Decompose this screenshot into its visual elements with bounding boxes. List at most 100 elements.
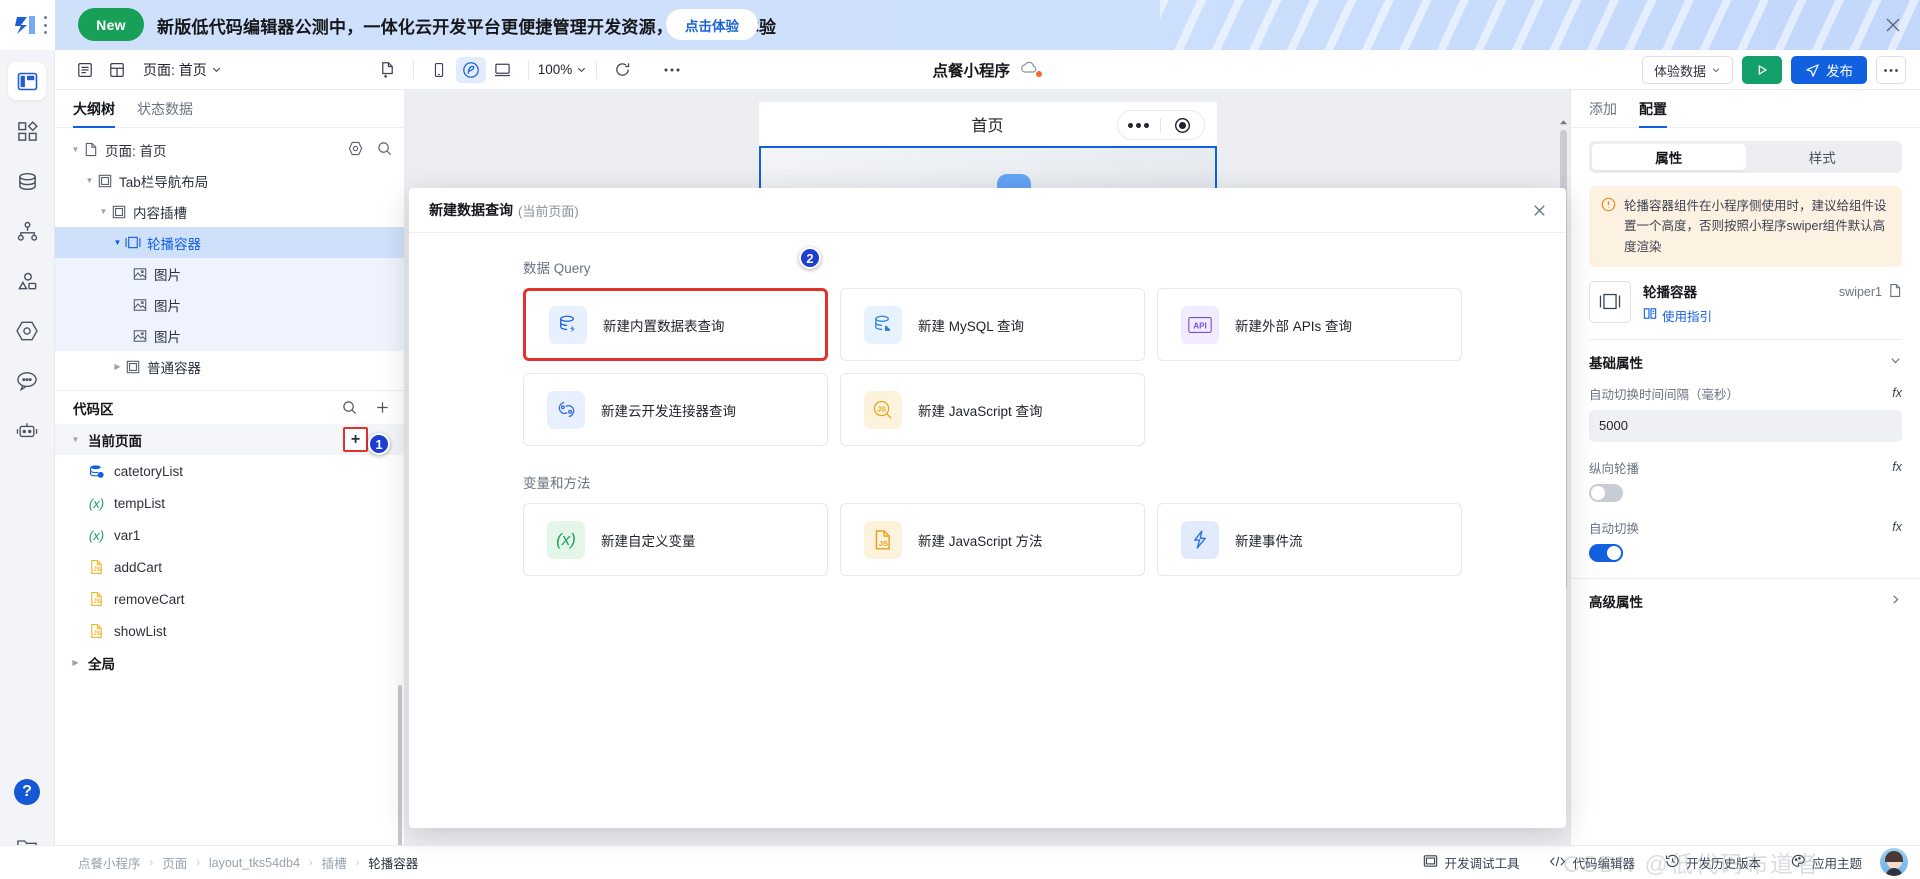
scroll-up-icon[interactable] xyxy=(1559,114,1568,125)
sidebar-item-layout[interactable] xyxy=(8,62,46,100)
chevron-down-icon[interactable]: ▼ xyxy=(69,435,82,444)
search-icon[interactable] xyxy=(377,141,392,159)
code-group-global[interactable]: ▶ 全局 xyxy=(55,647,404,678)
target-circle-icon[interactable] xyxy=(1161,117,1204,134)
logo-menu-dots[interactable] xyxy=(41,16,49,34)
preview-button[interactable] xyxy=(1742,56,1782,84)
tree-item-tabbar-layout[interactable]: ▼ Tab栏导航布局 xyxy=(55,165,404,196)
code-item-removeCart[interactable]: JS removeCart xyxy=(55,583,404,615)
basic-properties-section-header[interactable]: 基础属性 xyxy=(1589,340,1902,384)
help-icon[interactable]: ? xyxy=(14,779,40,805)
breadcrumb-item[interactable]: 页面 xyxy=(162,853,187,872)
tree-item-content-slot[interactable]: ▼ 内容插槽 xyxy=(55,196,404,227)
more-dots-icon[interactable] xyxy=(1118,122,1161,128)
sidebar-item-robot[interactable] xyxy=(8,412,46,450)
chevron-down-icon[interactable]: ▼ xyxy=(83,176,96,185)
tree-item-image-1[interactable]: 图片 xyxy=(55,258,404,289)
code-item-tempList[interactable]: (x) tempList xyxy=(55,487,404,519)
refresh-icon[interactable] xyxy=(607,57,637,83)
field-label: 自动切换 xyxy=(1589,521,1640,536)
sidebar-item-settings[interactable] xyxy=(8,312,46,350)
tree-item-page[interactable]: ▼ 页面: 首页 xyxy=(55,134,404,165)
target-icon[interactable] xyxy=(348,141,363,159)
advanced-properties-section-header[interactable]: 高级属性 xyxy=(1589,579,1902,623)
tab-state-data[interactable]: 状态数据 xyxy=(137,99,193,127)
grid-panel-icon[interactable] xyxy=(102,57,132,83)
copy-icon[interactable] xyxy=(1888,283,1902,301)
promo-new-badge: New xyxy=(78,8,144,41)
autoplay-toggle[interactable] xyxy=(1589,543,1623,562)
chevron-right-icon[interactable]: ▶ xyxy=(69,658,82,667)
tab-config[interactable]: 配置 xyxy=(1639,99,1667,128)
chevron-down-icon[interactable]: ▼ xyxy=(69,145,82,154)
page-selector[interactable]: 页面: 首页 xyxy=(143,60,222,80)
plus-icon[interactable] xyxy=(375,400,390,415)
card-custom-variable[interactable]: (x) 新建自定义变量 xyxy=(523,503,828,576)
desktop-icon[interactable] xyxy=(488,57,518,83)
chevron-down-icon[interactable]: ▼ xyxy=(97,207,110,216)
close-icon[interactable] xyxy=(1882,14,1904,36)
devtools-button[interactable]: 开发调试工具 xyxy=(1423,853,1519,872)
code-item-catetoryList[interactable]: catetoryList xyxy=(55,455,404,487)
code-editor-button[interactable]: 代码编辑器 xyxy=(1549,853,1635,872)
code-group-current-page[interactable]: ▼ 当前页面 + 1 xyxy=(55,424,404,455)
code-item-label: var1 xyxy=(114,527,141,543)
sidebar-item-assets[interactable] xyxy=(8,262,46,300)
code-item-var1[interactable]: (x) var1 xyxy=(55,519,404,551)
card-javascript-method[interactable]: JS 新建 JavaScript 方法 xyxy=(840,503,1145,576)
chevron-down-icon[interactable]: ▼ xyxy=(111,238,124,247)
card-event-flow[interactable]: 新建事件流 xyxy=(1157,503,1462,576)
sidebar-item-flow[interactable] xyxy=(8,212,46,250)
promo-cta-button[interactable]: 点击体验 xyxy=(666,9,758,40)
chevron-right-icon[interactable] xyxy=(1889,593,1902,609)
chevron-right-icon[interactable]: ▶ xyxy=(111,362,124,371)
history-button[interactable]: 开发历史版本 xyxy=(1665,853,1761,872)
vertical-swipe-toggle[interactable] xyxy=(1589,483,1623,502)
new-page-icon[interactable] xyxy=(373,57,403,83)
segment-properties[interactable]: 属性 xyxy=(1592,144,1746,170)
search-icon[interactable] xyxy=(342,400,357,415)
code-item-addCart[interactable]: JS addCart xyxy=(55,551,404,583)
tree-item-image-3[interactable]: 图片 xyxy=(55,320,404,351)
breadcrumb-item[interactable]: layout_tks54db4 xyxy=(209,856,300,870)
autoplay-interval-input[interactable]: 5000 xyxy=(1589,409,1902,442)
card-external-apis-query[interactable]: API 新建外部 APIs 查询 xyxy=(1157,288,1462,361)
card-javascript-query[interactable]: JS 新建 JavaScript 查询 xyxy=(840,373,1145,446)
fx-button[interactable]: fx xyxy=(1892,386,1902,400)
code-item-showList[interactable]: JS showList xyxy=(55,615,404,647)
breadcrumb-item-current[interactable]: 轮播容器 xyxy=(368,853,418,872)
env-selector[interactable]: 体验数据 xyxy=(1641,56,1733,84)
zoom-selector[interactable]: 100% xyxy=(538,62,588,77)
more-actions-button[interactable] xyxy=(1876,56,1906,84)
main-toolbar: 页面: 首页 100% 点餐小程序 体验数据 发布 xyxy=(55,50,1920,90)
usage-guide-link[interactable]: 使用指引 xyxy=(1643,306,1827,325)
sidebar-item-components[interactable] xyxy=(8,112,46,150)
publish-button[interactable]: 发布 xyxy=(1791,56,1867,84)
outline-panel-icon[interactable] xyxy=(70,57,100,83)
avatar[interactable] xyxy=(1880,848,1908,876)
fx-button[interactable]: fx xyxy=(1892,520,1902,534)
container-icon xyxy=(124,358,141,375)
toolbar-more-icon[interactable] xyxy=(657,57,687,83)
property-style-segment: 属性 样式 xyxy=(1589,141,1902,173)
tree-item-image-2[interactable]: 图片 xyxy=(55,289,404,320)
breadcrumb-item[interactable]: 插槽 xyxy=(322,853,347,872)
theme-button[interactable]: 应用主题 xyxy=(1791,853,1862,872)
tab-outline-tree[interactable]: 大纲树 xyxy=(73,99,115,128)
sidebar-item-database[interactable] xyxy=(8,162,46,200)
add-code-button-highlighted[interactable]: + xyxy=(343,427,368,452)
tree-item-swiper-container[interactable]: ▼ 轮播容器 xyxy=(55,227,404,258)
breadcrumb-item[interactable]: 点餐小程序 xyxy=(78,853,141,872)
tree-item-normal-container[interactable]: ▶ 普通容器 xyxy=(55,351,404,382)
sidebar-item-chat[interactable] xyxy=(8,362,46,400)
tab-add[interactable]: 添加 xyxy=(1589,99,1617,127)
card-mysql-query[interactable]: 新建 MySQL 查询 xyxy=(840,288,1145,361)
segment-styles[interactable]: 样式 xyxy=(1746,144,1900,170)
mobile-icon[interactable] xyxy=(424,57,454,83)
chevron-down-icon[interactable] xyxy=(1889,354,1902,370)
miniprogram-icon[interactable] xyxy=(455,56,486,83)
card-builtin-table-query[interactable]: 新建内置数据表查询 xyxy=(523,288,828,361)
close-icon[interactable] xyxy=(1531,202,1548,219)
fx-button[interactable]: fx xyxy=(1892,460,1902,474)
card-cloud-connector-query[interactable]: 新建云开发连接器查询 xyxy=(523,373,828,446)
